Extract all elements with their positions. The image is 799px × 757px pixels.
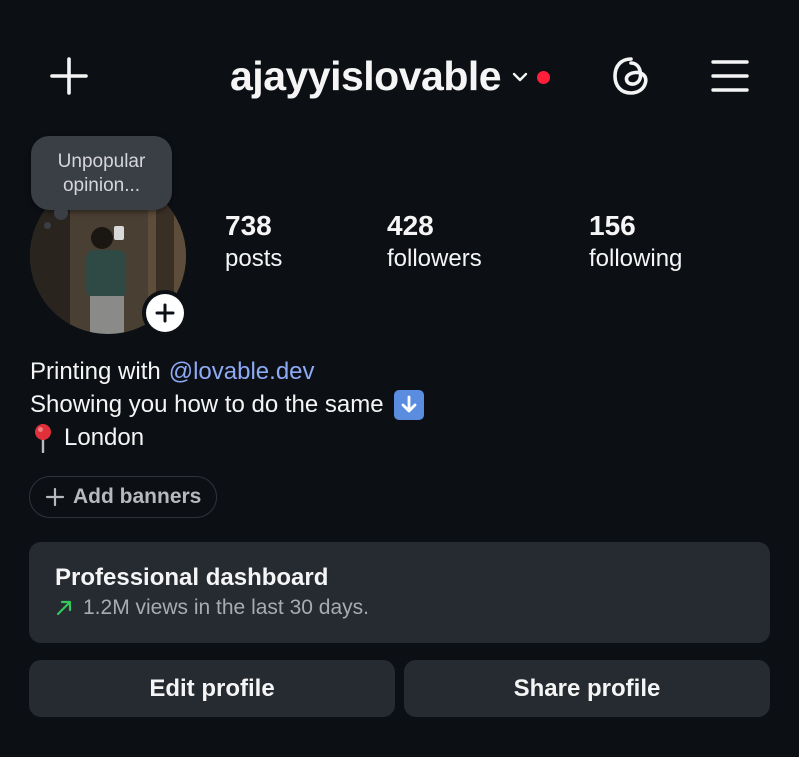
dashboard-views-text: 1.2M views in the last 30 days. — [83, 596, 369, 619]
chevron-down-icon — [512, 72, 528, 82]
bio: Printing with @lovable.dev Showing you h… — [30, 355, 424, 454]
hamburger-menu-icon — [711, 60, 749, 92]
share-profile-button[interactable]: Share profile — [404, 660, 770, 717]
plus-icon — [45, 487, 65, 507]
following-count: 156 — [589, 210, 636, 241]
plus-icon — [155, 303, 175, 323]
posts-label: posts — [225, 245, 283, 272]
account-switcher[interactable]: ajayyislovable — [230, 50, 551, 102]
bio-line-3: London — [30, 421, 424, 454]
dashboard-title: Professional dashboard — [55, 564, 329, 591]
note-text: Unpopular opinion... — [57, 151, 146, 196]
new-post-button[interactable] — [48, 55, 90, 97]
add-banners-button[interactable]: Add banners — [29, 476, 218, 518]
note-tail — [54, 206, 68, 220]
add-story-button[interactable] — [142, 290, 188, 336]
menu-button[interactable] — [710, 58, 750, 94]
followers-count: 428 — [387, 210, 434, 241]
note-tail-small — [44, 222, 51, 229]
bio-line-1: Printing with @lovable.dev — [30, 355, 424, 388]
stat-following[interactable]: 156 following — [589, 208, 682, 274]
stat-followers[interactable]: 428 followers — [387, 208, 482, 274]
username: ajayyislovable — [230, 53, 502, 99]
bio-mention-link[interactable]: @lovable.dev — [169, 355, 315, 388]
pushpin-emoji-icon — [30, 423, 56, 453]
plus-icon — [50, 57, 88, 95]
threads-button[interactable] — [610, 55, 652, 97]
professional-dashboard-card[interactable]: Professional dashboard 1.2M views in the… — [29, 542, 770, 643]
bio-text: Showing you how to do the same — [30, 391, 384, 418]
bio-text: Printing with — [30, 358, 161, 385]
add-banners-label: Add banners — [73, 485, 202, 508]
down-arrow-emoji-icon — [393, 389, 424, 420]
threads-icon — [613, 57, 648, 95]
note-bubble[interactable]: Unpopular opinion... — [31, 136, 172, 210]
dashboard-subtitle: 1.2M views in the last 30 days. — [55, 596, 369, 620]
bio-location: London — [64, 424, 145, 451]
notification-dot — [537, 70, 551, 84]
following-label: following — [589, 245, 683, 272]
followers-label: followers — [387, 245, 482, 272]
trend-up-arrow-icon — [56, 600, 72, 616]
stat-posts[interactable]: 738 posts — [225, 208, 282, 274]
bio-line-2: Showing you how to do the same — [30, 388, 424, 421]
edit-profile-button[interactable]: Edit profile — [29, 660, 395, 717]
posts-count: 738 — [225, 210, 272, 241]
